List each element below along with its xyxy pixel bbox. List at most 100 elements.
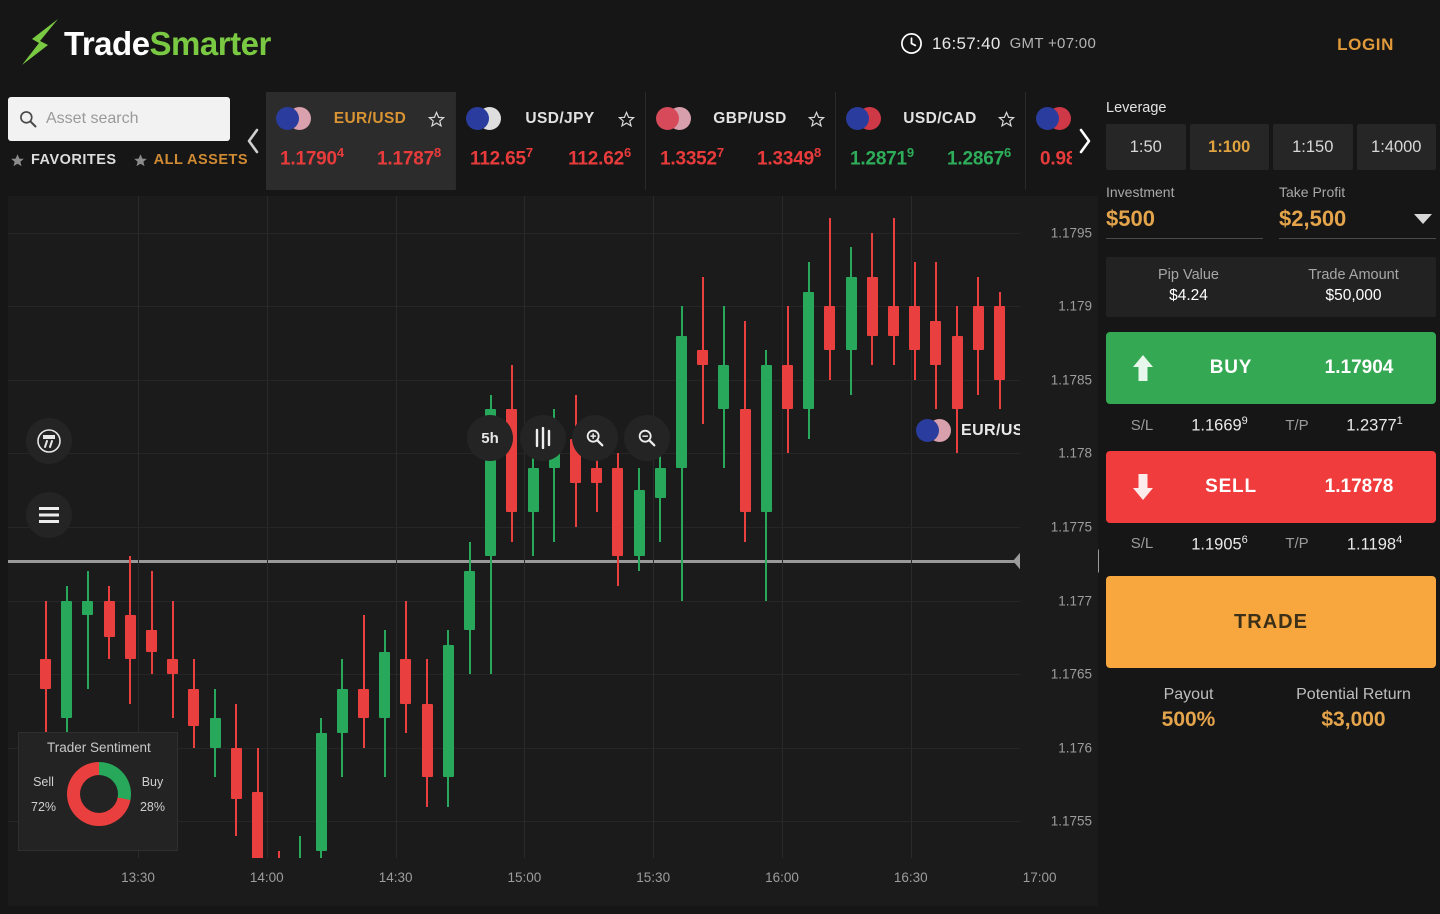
leverage-options: 1:50 1:100 1:150 1:4000 xyxy=(1106,124,1436,170)
leverage-label: Leverage xyxy=(1106,100,1167,116)
candlestick xyxy=(654,196,666,858)
zoom-in-icon xyxy=(586,429,604,447)
investment-label: Investment xyxy=(1106,184,1175,200)
time-axis-tick: 14:00 xyxy=(249,870,284,885)
candlestick xyxy=(252,196,263,858)
filter-all-assets-label: ALL ASSETS xyxy=(153,152,249,168)
asset-tab-name: GBP/USD xyxy=(713,110,787,127)
price-axis-tick: 1.177 xyxy=(1058,593,1092,609)
brand-logo[interactable]: TradeSmarter xyxy=(18,12,271,74)
buy-price: 1.17904 xyxy=(1324,357,1394,378)
take-profit-label: Take Profit xyxy=(1279,184,1346,200)
login-button[interactable]: LOGIN xyxy=(1337,35,1394,55)
sell-button-label: SELL xyxy=(1205,475,1257,497)
asset-next-button[interactable] xyxy=(1072,92,1098,190)
asset-tab-usd-cad[interactable]: USD/CAD 1.28719 1.28676 xyxy=(836,92,1026,190)
time-axis-tick: 15:30 xyxy=(636,870,671,885)
investment-field[interactable]: Investment $500 xyxy=(1106,184,1263,239)
search-icon xyxy=(20,111,37,128)
zoom-out-button[interactable] xyxy=(624,415,670,461)
candlestick xyxy=(548,196,560,858)
take-profit-value[interactable]: $2,500 xyxy=(1279,206,1436,239)
candlestick xyxy=(633,196,645,858)
asset-tab-eur-usd[interactable]: EUR/USD 1.17904 1.17878 xyxy=(266,92,456,190)
investment-value[interactable]: $500 xyxy=(1106,206,1263,239)
timeframe-button[interactable]: 5h xyxy=(467,415,513,461)
filter-favorites[interactable]: FAVORITES xyxy=(10,152,117,168)
time-axis-tick: 16:30 xyxy=(893,870,928,885)
star-icon xyxy=(133,153,147,166)
trade-button[interactable]: TRADE xyxy=(1106,576,1436,668)
chart-type-button[interactable] xyxy=(520,415,566,461)
candlestick xyxy=(188,196,200,858)
search-input[interactable] xyxy=(46,110,221,128)
potential-return-cell: Potential Return $3,000 xyxy=(1271,686,1436,732)
candlestick xyxy=(273,196,284,858)
leverage-option-1-4000[interactable]: 1:4000 xyxy=(1356,124,1436,170)
price-axis-tick: 1.178 xyxy=(1058,445,1092,461)
candlestick xyxy=(718,196,730,858)
asset-ask-price: 1.17878 xyxy=(377,145,441,170)
asset-tab-usd-ch[interactable]: USD/CH0.989130. xyxy=(1026,92,1072,190)
buy-sl-value: 1.16699 xyxy=(1191,415,1248,435)
chart-menu-button[interactable] xyxy=(26,492,72,538)
sell-sl-tp-row: S/L 1.19056 T/P 1.11984 xyxy=(1106,534,1436,555)
hamburger-menu-icon xyxy=(39,507,59,523)
candlestick xyxy=(951,196,963,858)
candlestick xyxy=(442,196,454,858)
candlestick xyxy=(230,196,242,858)
sentiment-buy-pct: 28% xyxy=(139,800,165,814)
buy-tp-value: 1.23771 xyxy=(1346,415,1403,435)
buy-button[interactable]: BUY 1.17904 xyxy=(1106,332,1436,404)
asset-search-box[interactable] xyxy=(8,97,230,141)
time-axis-tick: 16:00 xyxy=(765,870,799,885)
pip-value-label: Pip Value xyxy=(1158,267,1219,283)
candlestick xyxy=(612,196,624,858)
take-profit-field[interactable]: Take Profit $2,500 xyxy=(1279,184,1436,239)
clock-time: 16:57:40 xyxy=(932,33,1001,53)
sentiment-sell-label: Sell xyxy=(33,775,54,789)
price-axis-tick: 1.1765 xyxy=(1050,666,1092,682)
clock-timezone: GMT +07:00 xyxy=(1009,35,1097,52)
leverage-option-1-150[interactable]: 1:150 xyxy=(1273,124,1353,170)
sentiment-sell: Sell 72% xyxy=(31,775,56,814)
asset-tab-usd-jpy[interactable]: USD/JPY 112.657 112.626 xyxy=(456,92,646,190)
asset-bid-price: 112.657 xyxy=(470,145,533,170)
buy-tp-key: T/P xyxy=(1285,416,1309,434)
candlestick xyxy=(379,196,391,858)
zoom-out-icon xyxy=(638,429,656,447)
star-icon[interactable] xyxy=(428,110,445,128)
asset-tab-gbp-usd[interactable]: GBP/USD 1.33527 1.33498 xyxy=(646,92,836,190)
indicators-button[interactable] xyxy=(26,418,72,464)
sell-button[interactable]: SELL 1.17878 xyxy=(1106,450,1436,523)
candlestick xyxy=(294,196,305,858)
zoom-in-button[interactable] xyxy=(572,415,618,461)
star-icon[interactable] xyxy=(808,110,825,128)
candlestick xyxy=(570,196,581,858)
star-icon[interactable] xyxy=(998,110,1015,128)
sell-tp-key: T/P xyxy=(1285,535,1309,553)
chevron-down-icon[interactable] xyxy=(1414,214,1432,224)
asset-ask-price: 1.28676 xyxy=(947,145,1011,170)
asset-ask-price: 112.626 xyxy=(568,145,631,170)
arrow-up-icon xyxy=(1128,353,1158,383)
asset-prev-button[interactable] xyxy=(240,92,266,190)
sell-price: 1.17878 xyxy=(1324,475,1394,497)
payout-cell: Payout 500% xyxy=(1106,686,1271,732)
asset-tab-name: USD/JPY xyxy=(525,110,595,127)
candlestick xyxy=(845,196,857,858)
sentiment-sell-pct: 72% xyxy=(31,800,57,814)
filter-all-assets[interactable]: ALL ASSETS xyxy=(133,152,248,168)
payout-row: Payout 500% Potential Return $3,000 xyxy=(1106,686,1436,732)
candlestick-type-icon xyxy=(535,427,551,449)
chevron-left-icon xyxy=(247,128,259,154)
star-icon[interactable] xyxy=(618,110,635,128)
leverage-option-1-100[interactable]: 1:100 xyxy=(1189,124,1269,170)
candlestick xyxy=(358,196,369,858)
candlestick xyxy=(930,196,942,858)
pip-value-amount: $4.24 xyxy=(1169,287,1208,304)
leverage-option-1-50[interactable]: 1:50 xyxy=(1106,124,1186,170)
sentiment-buy: Buy 28% xyxy=(140,775,165,814)
asset-tab-name: USD/CAD xyxy=(903,110,977,127)
asset-bid-price: 1.28719 xyxy=(850,145,914,170)
